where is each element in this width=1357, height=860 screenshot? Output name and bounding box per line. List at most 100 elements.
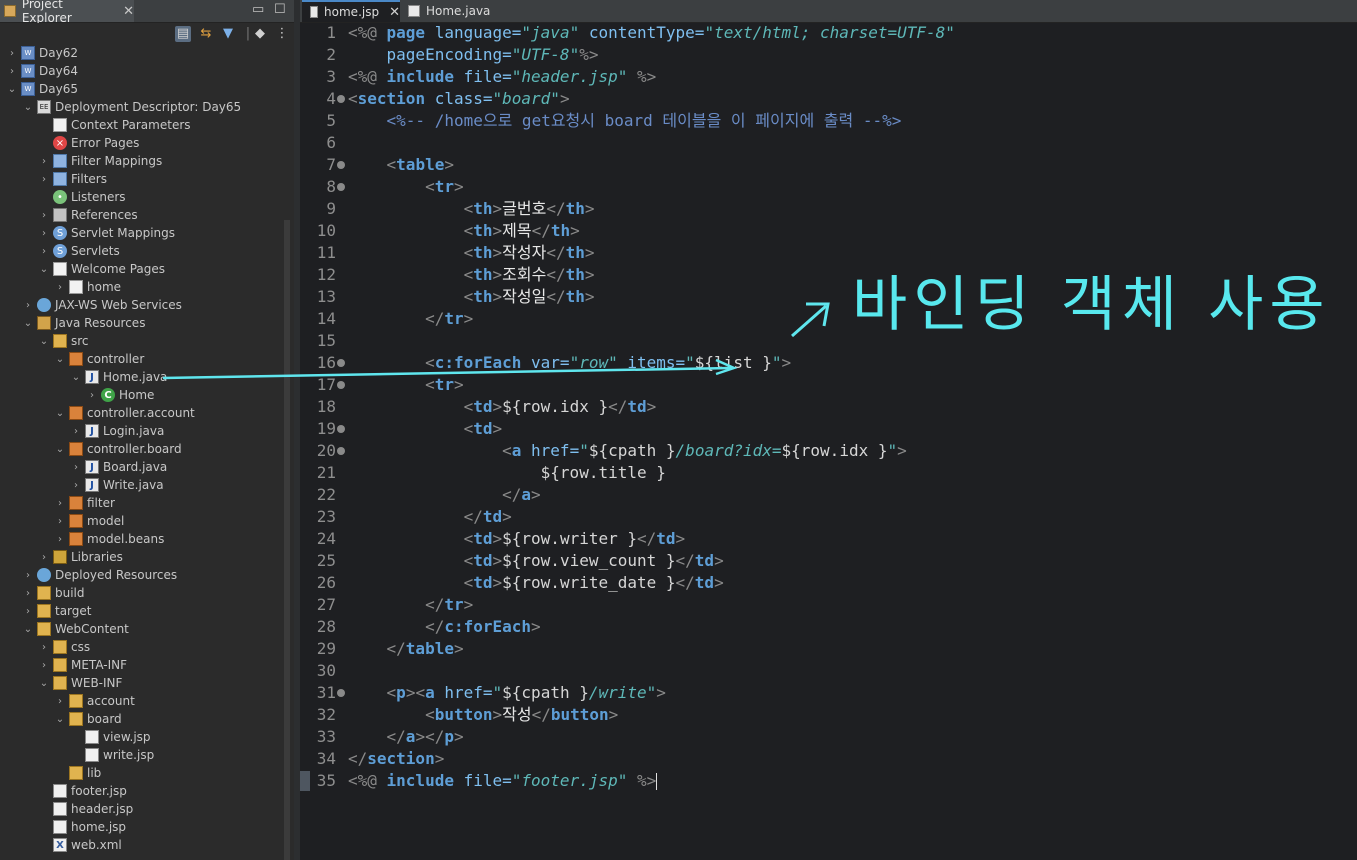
chevron-right-icon[interactable]: › — [54, 516, 66, 527]
code-line[interactable]: </td> — [348, 506, 512, 528]
chevron-down-icon[interactable]: ⌄ — [54, 444, 66, 455]
chevron-right-icon[interactable]: › — [70, 426, 82, 437]
tree-item[interactable]: ⌄ controller — [54, 350, 144, 368]
code-line[interactable]: <th>글번호</th> — [348, 198, 595, 220]
code-line[interactable]: </tr> — [348, 308, 473, 330]
chevron-right-icon[interactable]: › — [38, 552, 50, 563]
fold-toggle-icon[interactable] — [337, 183, 345, 191]
code-line[interactable]: </section> — [348, 748, 444, 770]
tree-item[interactable]: › S Servlets — [38, 242, 120, 260]
chevron-down-icon[interactable]: ⌄ — [38, 678, 50, 689]
code-line[interactable]: <tr> — [348, 176, 464, 198]
minimize-icon[interactable]: ▭ — [252, 3, 264, 17]
code-line[interactable]: pageEncoding="UTF-8"%> — [348, 44, 599, 66]
chevron-right-icon[interactable]: › — [38, 174, 50, 185]
chevron-down-icon[interactable]: ⌄ — [38, 264, 50, 275]
code-line[interactable]: <td>${row.view_count }</td> — [348, 550, 724, 572]
chevron-down-icon[interactable]: ⌄ — [54, 408, 66, 419]
chevron-right-icon[interactable]: › — [22, 588, 34, 599]
chevron-down-icon[interactable]: ⌄ — [22, 624, 34, 635]
code-line[interactable]: <tr> — [348, 374, 464, 396]
code-line[interactable]: ${row.title } — [348, 462, 666, 484]
code-line[interactable]: <td> — [348, 418, 503, 440]
tree-item[interactable]: › Deployed Resources — [22, 566, 177, 584]
code-line[interactable]: <%@ page language="java" contentType="te… — [348, 22, 955, 44]
tree-item[interactable]: › C Home — [86, 386, 154, 404]
project-explorer-tab[interactable]: Project Explorer ✕ — [0, 0, 134, 25]
chevron-right-icon[interactable]: › — [70, 480, 82, 491]
code-line[interactable]: <%-- /home으로 get요청시 board 테이블을 이 페이지에 출력… — [348, 110, 902, 132]
chevron-right-icon[interactable]: › — [38, 156, 50, 167]
chevron-right-icon[interactable]: › — [54, 534, 66, 545]
tree-item[interactable]: › J Board.java — [70, 458, 167, 476]
tree-item[interactable]: › build — [22, 584, 85, 602]
tree-item[interactable]: lib — [54, 764, 101, 782]
tree-item[interactable]: › css — [38, 638, 90, 656]
tree-item[interactable]: › model.beans — [54, 530, 164, 548]
tree-item[interactable]: › J Login.java — [70, 422, 164, 440]
view-menu-icon[interactable]: ⋮ — [274, 26, 290, 42]
tree-item[interactable]: ⌄ Java Resources — [22, 314, 145, 332]
code-line[interactable]: <td>${row.writer }</td> — [348, 528, 686, 550]
tree-item[interactable]: header.jsp — [38, 800, 133, 818]
chevron-down-icon[interactable]: ⌄ — [22, 318, 34, 329]
chevron-down-icon[interactable]: ⌄ — [54, 354, 66, 365]
tree-item[interactable]: ⌄ WebContent — [22, 620, 129, 638]
maximize-icon[interactable]: ☐ — [274, 3, 286, 17]
code-line[interactable]: <table> — [348, 154, 454, 176]
tree-item[interactable]: view.jsp — [70, 728, 151, 746]
tree-item[interactable]: Xweb.xml — [38, 836, 122, 854]
tree-item[interactable]: › home — [54, 278, 121, 296]
link-with-editor-icon[interactable]: ⇆ — [198, 26, 214, 42]
fold-toggle-icon[interactable] — [337, 447, 345, 455]
collapse-all-icon[interactable]: ▤ — [175, 26, 191, 42]
fold-toggle-icon[interactable] — [337, 359, 345, 367]
fold-toggle-icon[interactable] — [337, 161, 345, 169]
chevron-right-icon[interactable]: › — [6, 48, 18, 59]
code-line[interactable]: </a></p> — [348, 726, 464, 748]
chevron-right-icon[interactable]: › — [38, 660, 50, 671]
fold-toggle-icon[interactable] — [337, 381, 345, 389]
tree-item[interactable]: • Listeners — [38, 188, 126, 206]
code-line[interactable]: <th>조회수</th> — [348, 264, 595, 286]
chevron-down-icon[interactable]: ⌄ — [54, 714, 66, 725]
tree-item[interactable]: › filter — [54, 494, 115, 512]
code-line[interactable]: <button>작성</button> — [348, 704, 618, 726]
tree-item[interactable]: › target — [22, 602, 92, 620]
focus-icon[interactable]: ◆ — [252, 26, 268, 42]
editor-tab-home-jsp[interactable]: home.jsp ✕ — [302, 0, 400, 22]
fold-toggle-icon[interactable] — [337, 689, 345, 697]
chevron-right-icon[interactable]: › — [22, 570, 34, 581]
tree-item[interactable]: ⌄ controller.board — [54, 440, 182, 458]
chevron-right-icon[interactable]: › — [38, 210, 50, 221]
code-area[interactable]: 1 <%@ page language="java" contentType="t… — [300, 22, 1357, 860]
tree-item[interactable]: ⌄ W Day65 — [6, 80, 78, 98]
tree-item[interactable]: › account — [54, 692, 135, 710]
tree-scrollbar[interactable] — [284, 220, 290, 860]
tree-item[interactable]: › model — [54, 512, 124, 530]
chevron-right-icon[interactable]: › — [54, 498, 66, 509]
tree-item[interactable]: › J Write.java — [70, 476, 164, 494]
chevron-right-icon[interactable]: › — [38, 246, 50, 257]
editor-tab-home-java[interactable]: Home.java — [400, 0, 500, 22]
tree-item[interactable]: › Libraries — [38, 548, 123, 566]
code-line[interactable]: <th>제목</th> — [348, 220, 580, 242]
code-line[interactable]: </c:forEach> — [348, 616, 541, 638]
tree-item[interactable]: ⌄ J Home.java — [70, 368, 167, 386]
code-line[interactable]: <p><a href="${cpath }/write"> — [348, 682, 666, 704]
tree-item[interactable]: › JAX-WS Web Services — [22, 296, 182, 314]
tree-item[interactable]: ⌄ Welcome Pages — [38, 260, 165, 278]
code-line[interactable]: <td>${row.idx }</td> — [348, 396, 657, 418]
code-line[interactable]: <td>${row.write_date }</td> — [348, 572, 724, 594]
code-line[interactable]: <th>작성자</th> — [348, 242, 595, 264]
tree-item[interactable]: × Error Pages — [38, 134, 139, 152]
code-line[interactable]: <th>작성일</th> — [348, 286, 595, 308]
chevron-right-icon[interactable]: › — [54, 282, 66, 293]
code-line[interactable]: <section class="board"> — [348, 88, 570, 110]
tree-item[interactable]: ⌄ WEB-INF — [38, 674, 122, 692]
code-line[interactable]: <%@ include file="footer.jsp" %> — [348, 770, 658, 792]
tree-item[interactable]: › W Day62 — [6, 44, 78, 62]
chevron-right-icon[interactable]: › — [6, 66, 18, 77]
code-line[interactable]: </table> — [348, 638, 464, 660]
chevron-right-icon[interactable]: › — [38, 228, 50, 239]
